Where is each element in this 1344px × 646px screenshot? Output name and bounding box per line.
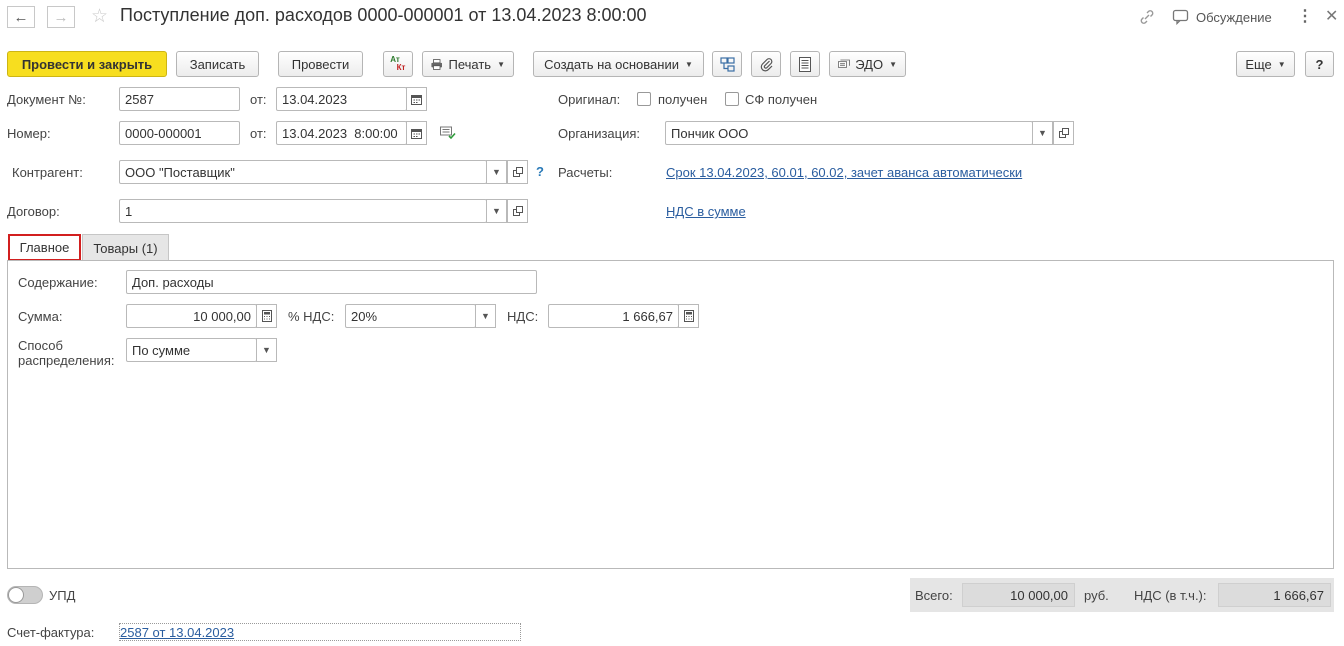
numbering-check-icon[interactable] bbox=[440, 126, 456, 143]
link-icon[interactable] bbox=[1138, 8, 1156, 29]
number-label: Номер: bbox=[7, 126, 51, 141]
chevron-down-icon[interactable]: ▼ bbox=[486, 199, 507, 223]
help-button[interactable]: ? bbox=[1305, 51, 1334, 77]
create-based-label: Создать на основании bbox=[544, 56, 679, 72]
back-button[interactable]: ← bbox=[7, 6, 35, 28]
contract-label: Договор: bbox=[7, 204, 60, 219]
number-input[interactable]: 0000-000001 bbox=[119, 121, 240, 145]
number-datetime-input[interactable]: 13.04.2023 8:00:00 bbox=[276, 121, 407, 145]
caret-down-icon: ▼ bbox=[684, 59, 693, 69]
open-icon[interactable] bbox=[507, 160, 528, 184]
counterparty-help-icon[interactable]: ? bbox=[536, 164, 544, 179]
original-received-label: получен bbox=[658, 92, 708, 107]
from-label-2: от: bbox=[250, 126, 267, 141]
caret-down-icon: ▼ bbox=[889, 59, 897, 69]
total-value: 10 000,00 bbox=[962, 583, 1075, 607]
distribution-select[interactable]: По сумме bbox=[126, 338, 257, 362]
calendar-icon[interactable] bbox=[406, 121, 427, 145]
currency-label: руб. bbox=[1084, 588, 1109, 603]
vat-included-label: НДС (в т.ч.): bbox=[1134, 588, 1207, 603]
report-button[interactable] bbox=[790, 51, 820, 77]
chevron-down-icon[interactable]: ▼ bbox=[1032, 121, 1053, 145]
organization-input[interactable]: Пончик ООО bbox=[665, 121, 1033, 145]
edo-icon bbox=[838, 59, 850, 68]
paperclip-icon bbox=[760, 57, 772, 71]
print-label: Печать bbox=[448, 56, 492, 72]
create-based-on-button[interactable]: Создать на основании ▼ bbox=[533, 51, 704, 77]
chevron-down-icon[interactable]: ▼ bbox=[486, 160, 507, 184]
invoice-link[interactable]: 2587 от 13.04.2023 bbox=[120, 625, 234, 640]
invoice-label: Счет-фактура: bbox=[7, 625, 95, 640]
sum-input[interactable]: 10 000,00 bbox=[126, 304, 257, 328]
arrow-right-icon: → bbox=[53, 8, 69, 26]
post-button[interactable]: Провести bbox=[278, 51, 363, 77]
calendar-icon[interactable] bbox=[406, 87, 427, 111]
vat-rate-select[interactable]: 20% bbox=[345, 304, 476, 328]
distribution-label-line2: распределения: bbox=[18, 353, 115, 368]
counterparty-input[interactable]: ООО "Поставщик" bbox=[119, 160, 487, 184]
structure-icon bbox=[719, 56, 735, 72]
tab-goods[interactable]: Товары (1) bbox=[82, 234, 169, 261]
chevron-down-icon[interactable]: ▼ bbox=[256, 338, 277, 362]
chat-icon bbox=[1172, 9, 1189, 25]
chevron-down-icon[interactable]: ▼ bbox=[475, 304, 496, 328]
edo-label: ЭДО bbox=[855, 56, 884, 72]
more-vertical-icon[interactable]: ⋮ bbox=[1297, 6, 1313, 26]
close-icon[interactable]: ✕ bbox=[1325, 6, 1338, 26]
open-icon[interactable] bbox=[1053, 121, 1074, 145]
distribution-label-line1: Способ bbox=[18, 338, 63, 353]
from-label: от: bbox=[250, 92, 267, 107]
toggle-knob bbox=[8, 587, 24, 603]
content-input[interactable]: Доп. расходы bbox=[126, 270, 537, 294]
doc-date-input[interactable]: 13.04.2023 bbox=[276, 87, 407, 111]
settlements-link[interactable]: Срок 13.04.2023, 60.01, 60.02, зачет ава… bbox=[666, 165, 1022, 180]
vat-rate-label: % НДС: bbox=[288, 309, 335, 324]
doc-number-label: Документ №: bbox=[7, 92, 86, 107]
star-icon[interactable]: ☆ bbox=[91, 5, 108, 28]
calculator-icon[interactable] bbox=[256, 304, 277, 328]
structure-button[interactable] bbox=[712, 51, 742, 77]
sf-received-checkbox[interactable] bbox=[725, 92, 739, 106]
arrow-left-icon: ← bbox=[13, 8, 29, 26]
discussion-button[interactable]: Обсуждение bbox=[1172, 9, 1272, 25]
forward-button[interactable]: → bbox=[47, 6, 75, 28]
upd-toggle[interactable] bbox=[7, 586, 43, 604]
vat-label: НДС: bbox=[507, 309, 539, 324]
settlements-label: Расчеты: bbox=[558, 165, 613, 180]
vat-input[interactable]: 1 666,67 bbox=[548, 304, 679, 328]
document-list-icon bbox=[799, 56, 811, 72]
tab-main[interactable]: Главное bbox=[8, 234, 81, 261]
original-received-checkbox[interactable] bbox=[637, 92, 651, 106]
sum-label: Сумма: bbox=[18, 309, 63, 324]
kt-label: Кт bbox=[396, 63, 406, 72]
original-label: Оригинал: bbox=[558, 92, 621, 107]
dt-kt-button[interactable]: Ат Кт bbox=[383, 51, 413, 77]
content-label: Содержание: bbox=[18, 275, 98, 290]
print-button[interactable]: Печать ▼ bbox=[422, 51, 514, 77]
attachment-button[interactable] bbox=[751, 51, 781, 77]
upd-label: УПД bbox=[49, 588, 76, 603]
counterparty-label: Контрагент: bbox=[12, 165, 83, 180]
open-icon[interactable] bbox=[507, 199, 528, 223]
caret-down-icon: ▼ bbox=[497, 59, 505, 69]
caret-down-icon: ▼ bbox=[1277, 59, 1286, 69]
more-button[interactable]: Еще ▼ bbox=[1236, 51, 1295, 77]
post-and-close-button[interactable]: Провести и закрыть bbox=[7, 51, 167, 77]
doc-number-input[interactable]: 2587 bbox=[119, 87, 240, 111]
organization-label: Организация: bbox=[558, 126, 641, 141]
calculator-icon[interactable] bbox=[678, 304, 699, 328]
edo-button[interactable]: ЭДО ▼ bbox=[829, 51, 906, 77]
vat-in-sum-link[interactable]: НДС в сумме bbox=[666, 204, 746, 219]
save-button[interactable]: Записать bbox=[176, 51, 259, 77]
page-title: Поступление доп. расходов 0000-000001 от… bbox=[120, 5, 647, 25]
more-label: Еще bbox=[1245, 56, 1272, 72]
discussion-label: Обсуждение bbox=[1196, 9, 1272, 25]
printer-icon bbox=[431, 58, 443, 70]
vat-included-value: 1 666,67 bbox=[1218, 583, 1331, 607]
contract-input[interactable]: 1 bbox=[119, 199, 487, 223]
sf-received-label: СФ получен bbox=[745, 92, 818, 107]
total-label: Всего: bbox=[915, 588, 953, 603]
